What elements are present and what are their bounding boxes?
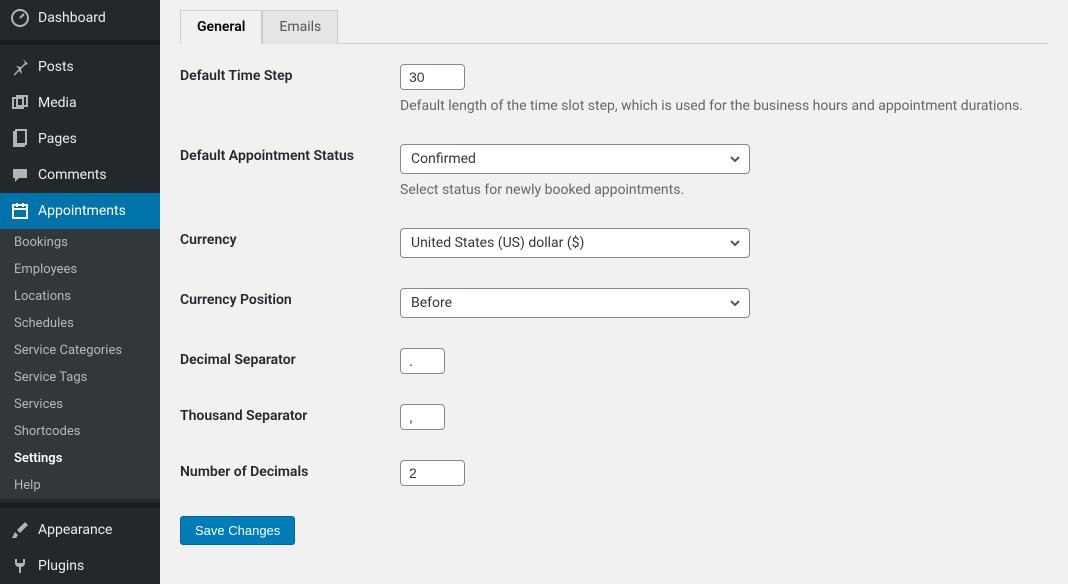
- thousand-separator-input[interactable]: [400, 404, 445, 430]
- sidebar-item-dashboard[interactable]: Dashboard: [0, 0, 160, 36]
- settings-tabs: General Emails: [180, 10, 1048, 44]
- field-label: Number of Decimals: [180, 460, 400, 480]
- sidebar-item-appointments[interactable]: Appointments: [0, 193, 160, 229]
- sidebar-sub-employees[interactable]: Employees: [0, 256, 160, 283]
- sidebar-item-label: Appearance: [38, 522, 112, 538]
- dashboard-icon: [10, 8, 30, 28]
- field-thousand-separator: Thousand Separator: [180, 404, 1048, 430]
- sidebar-item-pages[interactable]: Pages: [0, 121, 160, 157]
- field-default-appointment-status: Default Appointment Status Confirmed Sel…: [180, 144, 1048, 198]
- sidebar-item-label: Pages: [38, 131, 77, 147]
- sidebar-item-label: Plugins: [38, 558, 84, 574]
- sidebar-sub-service-categories[interactable]: Service Categories: [0, 337, 160, 364]
- sidebar-separator: [0, 503, 160, 508]
- field-label: Currency: [180, 228, 400, 248]
- tab-emails[interactable]: Emails: [262, 10, 338, 44]
- media-icon: [10, 93, 30, 113]
- field-label: Thousand Separator: [180, 404, 400, 424]
- sidebar-sub-settings[interactable]: Settings: [0, 445, 160, 472]
- number-of-decimals-input[interactable]: [400, 460, 465, 486]
- field-currency-position: Currency Position Before: [180, 288, 1048, 318]
- field-label: Default Time Step: [180, 64, 400, 84]
- field-label: Currency Position: [180, 288, 400, 308]
- field-control: Default length of the time slot step, wh…: [400, 64, 1048, 114]
- default-appointment-status-select[interactable]: Confirmed: [400, 144, 750, 174]
- default-time-step-input[interactable]: [400, 64, 465, 90]
- field-label: Decimal Separator: [180, 348, 400, 368]
- select-value: United States (US) dollar ($): [411, 235, 584, 251]
- select-value: Confirmed: [411, 151, 476, 167]
- field-control: Before: [400, 288, 1048, 318]
- pin-icon: [10, 57, 30, 77]
- sidebar-sub-shortcodes[interactable]: Shortcodes: [0, 418, 160, 445]
- chevron-down-icon: [729, 237, 741, 249]
- field-help: Select status for newly booked appointme…: [400, 182, 1048, 198]
- sidebar-item-posts[interactable]: Posts: [0, 49, 160, 85]
- field-control: [400, 348, 1048, 374]
- select-value: Before: [411, 295, 452, 311]
- sidebar-sub-bookings[interactable]: Bookings: [0, 229, 160, 256]
- sidebar-sub-locations[interactable]: Locations: [0, 283, 160, 310]
- decimal-separator-input[interactable]: [400, 348, 445, 374]
- sidebar-item-label: Media: [38, 95, 77, 111]
- main-content: General Emails Default Time Step Default…: [160, 0, 1068, 584]
- field-label: Default Appointment Status: [180, 144, 400, 164]
- currency-position-select[interactable]: Before: [400, 288, 750, 318]
- calendar-icon: [10, 201, 30, 221]
- field-control: [400, 404, 1048, 430]
- sidebar-item-label: Posts: [38, 59, 74, 75]
- field-default-time-step: Default Time Step Default length of the …: [180, 64, 1048, 114]
- sidebar-sub-service-tags[interactable]: Service Tags: [0, 364, 160, 391]
- admin-sidebar: Dashboard Posts Media Pages Comments App…: [0, 0, 160, 584]
- field-control: Confirmed Select status for newly booked…: [400, 144, 1048, 198]
- sidebar-sub-services[interactable]: Services: [0, 391, 160, 418]
- sidebar-item-label: Dashboard: [38, 10, 106, 26]
- sidebar-item-media[interactable]: Media: [0, 85, 160, 121]
- brush-icon: [10, 520, 30, 540]
- sidebar-separator: [0, 40, 160, 45]
- field-control: United States (US) dollar ($): [400, 228, 1048, 258]
- sidebar-sub-help[interactable]: Help: [0, 472, 160, 499]
- sidebar-item-label: Appointments: [38, 203, 126, 219]
- plug-icon: [10, 556, 30, 576]
- save-changes-button[interactable]: Save Changes: [180, 516, 295, 545]
- field-help: Default length of the time slot step, wh…: [400, 98, 1048, 114]
- chevron-down-icon: [729, 297, 741, 309]
- field-number-of-decimals: Number of Decimals: [180, 460, 1048, 486]
- currency-select[interactable]: United States (US) dollar ($): [400, 228, 750, 258]
- sidebar-item-label: Comments: [38, 167, 107, 183]
- sidebar-item-plugins[interactable]: Plugins: [0, 548, 160, 584]
- tab-general[interactable]: General: [180, 10, 262, 44]
- sidebar-sub-schedules[interactable]: Schedules: [0, 310, 160, 337]
- field-currency: Currency United States (US) dollar ($): [180, 228, 1048, 258]
- field-decimal-separator: Decimal Separator: [180, 348, 1048, 374]
- chevron-down-icon: [729, 153, 741, 165]
- sidebar-item-appearance[interactable]: Appearance: [0, 512, 160, 548]
- field-control: [400, 460, 1048, 486]
- sidebar-item-comments[interactable]: Comments: [0, 157, 160, 193]
- comment-icon: [10, 165, 30, 185]
- page-icon: [10, 129, 30, 149]
